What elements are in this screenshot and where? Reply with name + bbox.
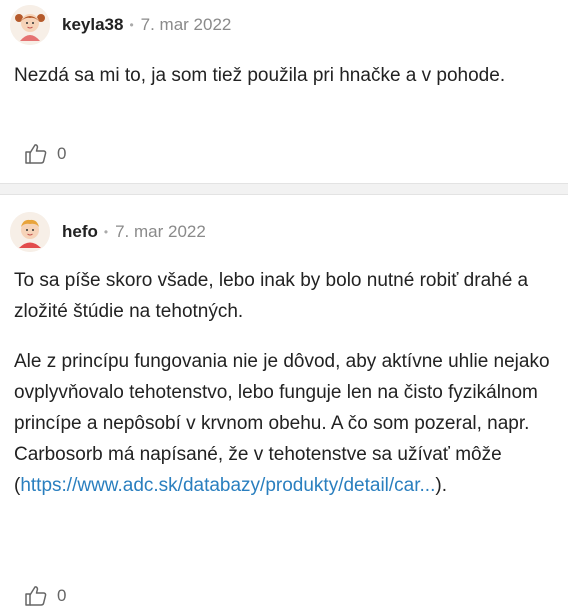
boy-avatar-icon[interactable] xyxy=(10,212,50,252)
girl-avatar-icon[interactable] xyxy=(10,5,50,45)
comment-header: hefo • 7. mar 2022 xyxy=(10,211,206,253)
post-date: 7. mar 2022 xyxy=(115,222,206,241)
comment-header: keyla38 • 7. mar 2022 xyxy=(10,4,231,46)
comment-paragraph: Ale z princípu fungovania nie je dôvod, … xyxy=(14,346,550,501)
comment-paragraph: To sa píše skoro všade, lebo inak by bol… xyxy=(14,270,529,322)
like-count: 0 xyxy=(57,586,67,605)
like-button[interactable]: 0 xyxy=(24,143,66,165)
comment-post: keyla38 • 7. mar 2022 Nezdá sa mi to, ja… xyxy=(0,0,568,183)
thumbs-up-icon xyxy=(25,586,47,606)
thumbs-up-icon xyxy=(25,144,47,164)
comment-post: hefo • 7. mar 2022 To sa píše skoro všad… xyxy=(0,195,568,613)
username[interactable]: hefo xyxy=(62,222,98,242)
separator-dot: • xyxy=(103,225,109,239)
comment-paragraph: Nezdá sa mi to, ja som tiež použila pri … xyxy=(14,65,506,86)
separator-dot: • xyxy=(129,18,134,32)
username[interactable]: keyla38 xyxy=(62,15,123,35)
comment-body: Nezdá sa mi to, ja som tiež použila pri … xyxy=(14,60,550,110)
product-link[interactable]: https://www.adc.sk/databazy/produkty/det… xyxy=(20,475,435,496)
post-date: 7. mar 2022 xyxy=(140,15,232,34)
comment-text: Ale z princípu fungovania nie je dôvod, … xyxy=(14,351,550,465)
link-suffix: ). xyxy=(435,475,447,496)
post-divider xyxy=(0,183,568,195)
comment-body: To sa píše skoro všade, lebo inak by bol… xyxy=(14,265,550,520)
like-button[interactable]: 0 xyxy=(24,585,66,607)
like-count: 0 xyxy=(57,144,67,163)
